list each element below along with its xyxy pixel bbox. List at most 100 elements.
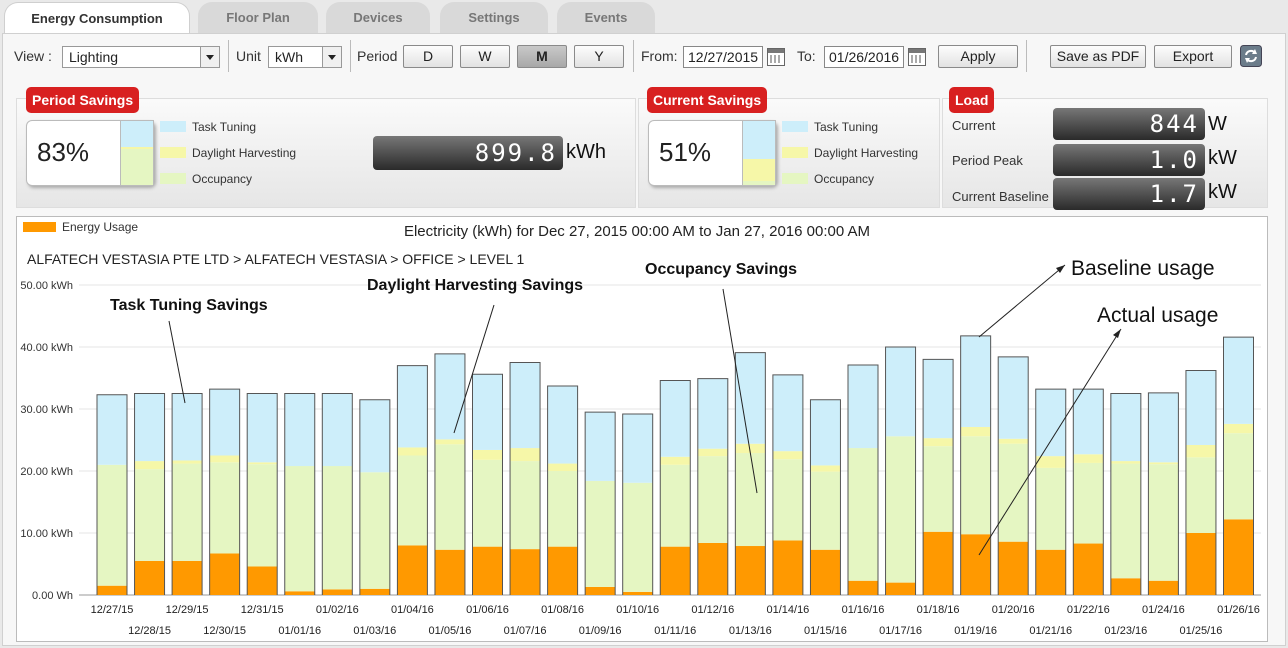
load-current-value: 844 [1053,108,1205,140]
chart-breadcrumb: ALFATECH VESTASIA PTE LTD > ALFATECH VES… [27,251,525,267]
tab-settings[interactable]: Settings [440,2,548,34]
divider [350,40,351,72]
task-tuning-bar [622,413,653,483]
x-tick-label: 01/01/16 [278,625,321,637]
daylight-bar [472,449,503,460]
x-tick-label: 01/12/16 [691,604,734,616]
daylight-bar [923,438,954,447]
period-day-button[interactable]: D [403,45,453,68]
occupancy-bar [735,453,766,547]
x-tick-label: 12/28/15 [128,625,171,637]
legend-daylight-harvesting: Daylight Harvesting [814,146,919,160]
calendar-icon[interactable] [767,48,785,66]
unit-select[interactable]: kWh [268,46,342,68]
apply-button[interactable]: Apply [938,45,1018,68]
period-savings-stack [120,120,154,186]
task-tuning-bar [1035,389,1066,457]
energy-usage-bar [397,545,428,595]
annotation-task-tuning: Task Tuning Savings [110,297,268,314]
occupancy-bar [1035,467,1066,550]
daylight-bar [660,456,691,465]
load-peak-value: 1.0 [1053,144,1205,176]
occupancy-bar [998,443,1029,542]
from-label: From: [641,48,678,64]
energy-usage-bar [209,553,240,595]
daylight-bar [547,463,578,471]
energy-usage-bar [1185,533,1216,595]
daylight-bar [772,451,803,460]
occupancy-bar [1073,462,1104,544]
tab-energy-consumption[interactable]: Energy Consumption [4,2,190,34]
occupancy-bar [359,472,390,589]
task-tuning-bar [547,386,578,464]
save-as-pdf-button[interactable]: Save as PDF [1050,45,1146,68]
x-tick-label: 01/17/16 [879,625,922,637]
period-month-button[interactable]: M [517,45,567,68]
x-tick-label: 01/18/16 [917,604,960,616]
y-tick-label: 10.00 kWh [20,528,73,540]
energy-usage-bar [547,546,578,595]
occupancy-swatch [782,173,808,184]
calendar-icon[interactable] [908,48,926,66]
to-date-input[interactable]: 01/26/2016 [824,46,904,68]
energy-usage-bar [172,560,203,595]
task-tuning-bar [359,399,390,473]
daylight-bar [134,461,165,470]
x-tick-label: 01/25/16 [1180,625,1223,637]
x-tick-label: 01/16/16 [842,604,885,616]
energy-usage-bar [1073,543,1104,595]
energy-usage-bar [284,591,315,595]
x-tick-label: 12/29/15 [166,604,209,616]
tab-floor-plan[interactable]: Floor Plan [198,2,318,34]
daylight-swatch [782,147,808,158]
x-tick-label: 01/14/16 [766,604,809,616]
energy-chart: Energy Usage Electricity (kWh) for Dec 2… [20,220,1261,637]
task-tuning-bar [923,359,954,439]
period-week-button[interactable]: W [460,45,510,68]
task-tuning-bar [97,394,127,465]
energy-usage-legend-swatch [23,222,56,232]
task-tuning-bar [848,364,878,449]
energy-usage-bar [434,549,465,595]
occupancy-bar [547,471,578,547]
from-date-input[interactable]: 12/27/2015 [683,46,763,68]
tab-devices[interactable]: Devices [326,2,430,34]
energy-usage-bar [998,541,1029,595]
daylight-bar [209,455,240,463]
occupancy-bar [960,436,991,535]
current-savings-stack [742,120,776,186]
x-tick-label: 01/23/16 [1104,625,1147,637]
task-tuning-bar [585,412,616,481]
occupancy-bar [923,446,954,532]
load-current-unit: W [1208,113,1227,135]
occupancy-bar [247,464,278,567]
task-tuning-bar [1185,370,1216,445]
occupancy-bar [172,463,203,561]
view-select[interactable]: Lighting [62,46,220,68]
chevron-down-icon [322,47,341,67]
energy-usage-bar [923,531,954,595]
daylight-bar [697,448,728,457]
task-tuning-bar [172,393,203,461]
x-tick-label: 01/20/16 [992,604,1035,616]
annotation-baseline: Baseline usage [1071,257,1215,280]
task-tuning-bar [1148,392,1179,463]
occupancy-bar [510,461,541,550]
task-tuning-bar [660,380,691,457]
refresh-icon[interactable] [1240,45,1262,67]
daylight-bar [397,447,428,456]
x-tick-label: 01/09/16 [579,625,622,637]
daylight-bar [1110,461,1141,464]
export-button[interactable]: Export [1154,45,1232,68]
legend-task-tuning: Task Tuning [192,120,257,134]
legend-occupancy: Occupancy [192,172,253,186]
energy-usage-bar [810,549,841,595]
period-year-button[interactable]: Y [574,45,624,68]
occupancy-bar [1110,463,1141,579]
load-current-label: Current [952,118,996,133]
task-tuning-bar [885,347,916,437]
to-label: To: [797,48,816,64]
energy-usage-bar [735,546,766,595]
tab-events[interactable]: Events [557,2,655,34]
occupancy-bar [772,459,803,541]
